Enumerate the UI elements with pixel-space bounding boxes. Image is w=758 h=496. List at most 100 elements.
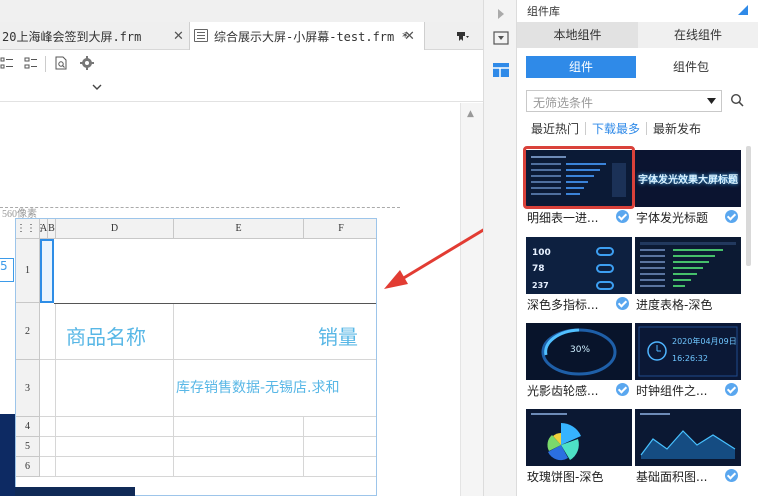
sort-recent-hot[interactable]: 最近热门	[531, 120, 579, 137]
cell[interactable]	[56, 437, 174, 457]
component-card-gear-ring[interactable]: 30% 光影齿轮感...	[526, 323, 632, 400]
tab-online-components[interactable]: 在线组件	[638, 22, 758, 48]
layout-icon[interactable]	[492, 62, 510, 78]
align-list-icon[interactable]	[24, 56, 38, 70]
side-tab-text: 5	[0, 259, 8, 273]
cell[interactable]	[304, 417, 376, 437]
highlight-box	[523, 146, 635, 209]
sub-tabs: 组件 组件包	[526, 56, 746, 78]
row-header-4[interactable]: 4	[16, 417, 40, 437]
file-tab-bar: 20上海峰会签到大屏.frm ✕ 综合展示大屏-小屏幕-test.frm * ✕	[0, 22, 483, 50]
sort-most-downloads[interactable]: 下载最多	[592, 120, 640, 137]
column-header-e[interactable]: E	[174, 219, 304, 239]
widget-panel-icon[interactable]	[492, 30, 510, 46]
close-icon[interactable]: ✕	[404, 29, 415, 44]
file-icon	[194, 29, 208, 42]
search-icon[interactable]	[730, 93, 744, 107]
cell[interactable]	[40, 303, 56, 360]
check-icon	[725, 469, 738, 482]
report-grid[interactable]: ⋮⋮⋮ A B D E F 1 2 3 4 5 6 商品名称 销量 库存销售数据…	[15, 218, 377, 496]
scroll-up-icon[interactable]: ▲	[467, 109, 474, 119]
row-header-3[interactable]: 3	[16, 360, 40, 417]
component-card-clock[interactable]: 2020年04月09日 16:26:32 时钟组件之...	[635, 323, 741, 400]
corner-cell[interactable]: ⋮⋮⋮	[16, 219, 46, 239]
cell[interactable]	[40, 437, 56, 457]
filter-placeholder: 无筛选条件	[533, 96, 594, 110]
column-header-a[interactable]: A	[40, 219, 48, 239]
cell[interactable]	[304, 457, 376, 477]
cell[interactable]	[40, 360, 56, 417]
selected-cell[interactable]	[40, 239, 54, 303]
thumb-title-text: 字体发光效果大屏标题	[638, 175, 738, 186]
align-left-icon[interactable]	[0, 56, 14, 70]
column-header-d[interactable]: D	[56, 219, 174, 239]
sales-cell[interactable]: 销量	[318, 321, 358, 350]
row-header-1[interactable]: 1	[16, 239, 40, 303]
check-icon	[616, 297, 629, 310]
row-header-6[interactable]: 6	[16, 457, 40, 477]
row-header-2[interactable]: 2	[16, 303, 40, 360]
cell[interactable]	[56, 457, 174, 477]
side-tab[interactable]: 5	[0, 258, 14, 282]
row-header-5[interactable]: 5	[16, 437, 40, 457]
cell[interactable]	[40, 457, 56, 477]
main-tabs: 本地组件 在线组件	[517, 22, 758, 48]
progress-table-thumbnail	[635, 237, 741, 294]
indicator-value: 100	[532, 248, 551, 258]
gear-icon[interactable]	[80, 56, 94, 70]
clock-thumbnail: 2020年04月09日 16:26:32	[635, 323, 741, 380]
product-name-cell[interactable]: 商品名称	[66, 321, 146, 350]
card-label: 玫瑰饼图-深色	[527, 470, 604, 484]
gauge-value: 30%	[570, 345, 591, 355]
background-image	[0, 414, 15, 496]
vertical-scrollbar[interactable]: ▲	[460, 103, 483, 496]
component-card-progress-table[interactable]: 进度表格-深色	[635, 237, 741, 314]
filter-select[interactable]: 无筛选条件	[526, 90, 722, 112]
cell[interactable]	[56, 417, 174, 437]
tab-component-packages[interactable]: 组件包	[636, 56, 746, 78]
card-label: 时钟组件之...	[636, 384, 708, 398]
panel-scrollbar[interactable]	[746, 146, 751, 266]
sort-latest[interactable]: 最新发布	[653, 120, 701, 137]
chevron-down-icon[interactable]	[92, 83, 102, 91]
cell[interactable]	[174, 437, 304, 457]
collapse-icon[interactable]	[737, 4, 749, 16]
card-label: 光影齿轮感...	[527, 384, 599, 398]
card-label: 深色多指标...	[527, 298, 599, 312]
cell[interactable]	[40, 417, 56, 437]
cell[interactable]	[304, 437, 376, 457]
tab-file-2[interactable]: 综合展示大屏-小屏幕-test.frm * ✕	[190, 22, 425, 50]
tab-file-1[interactable]: 20上海峰会签到大屏.frm ✕	[0, 22, 190, 50]
close-icon[interactable]: ✕	[173, 29, 184, 44]
indicator-ring	[596, 247, 614, 256]
inventory-title-cell[interactable]: 库存销售数据-无锡店.求和	[176, 377, 340, 397]
cell[interactable]	[56, 360, 174, 417]
tab-components[interactable]: 组件	[526, 56, 636, 78]
preview-icon[interactable]	[54, 56, 68, 70]
card-label: 基础面积图...	[636, 470, 708, 484]
indicator-ring	[596, 281, 614, 290]
divider	[585, 122, 586, 135]
multi-indicator-thumbnail: 100 78 237	[526, 237, 632, 294]
gear-ring-thumbnail: 30%	[526, 323, 632, 380]
tab-menu-icon[interactable]	[456, 30, 470, 42]
cell[interactable]	[174, 417, 304, 437]
cell[interactable]	[174, 457, 304, 477]
dropdown-caret-icon	[707, 98, 716, 104]
card-label: 明细表一进...	[527, 211, 599, 225]
component-card-glow-title[interactable]: 字体发光效果大屏标题 字体发光标题	[635, 150, 741, 227]
column-header-b[interactable]: B	[48, 219, 56, 239]
toolbar	[0, 50, 483, 102]
expand-arrow-icon[interactable]	[492, 6, 510, 22]
component-card-area-chart[interactable]: 基础面积图...	[635, 409, 741, 486]
component-card-rose-pie[interactable]: 玫瑰饼图-深色	[526, 409, 632, 486]
glow-title-thumbnail: 字体发光效果大屏标题	[635, 150, 741, 207]
column-header-f[interactable]: F	[304, 219, 376, 239]
area-chart-thumbnail	[635, 409, 741, 466]
component-card-multi-indicator[interactable]: 100 78 237 深色多指标...	[526, 237, 632, 314]
check-icon	[725, 383, 738, 396]
tab-local-components[interactable]: 本地组件	[517, 22, 638, 48]
tab-label: 综合展示大屏-小屏幕-test.frm *	[214, 29, 409, 44]
clock-date: 2020年04月09日	[672, 337, 737, 346]
card-label: 字体发光标题	[636, 211, 709, 225]
